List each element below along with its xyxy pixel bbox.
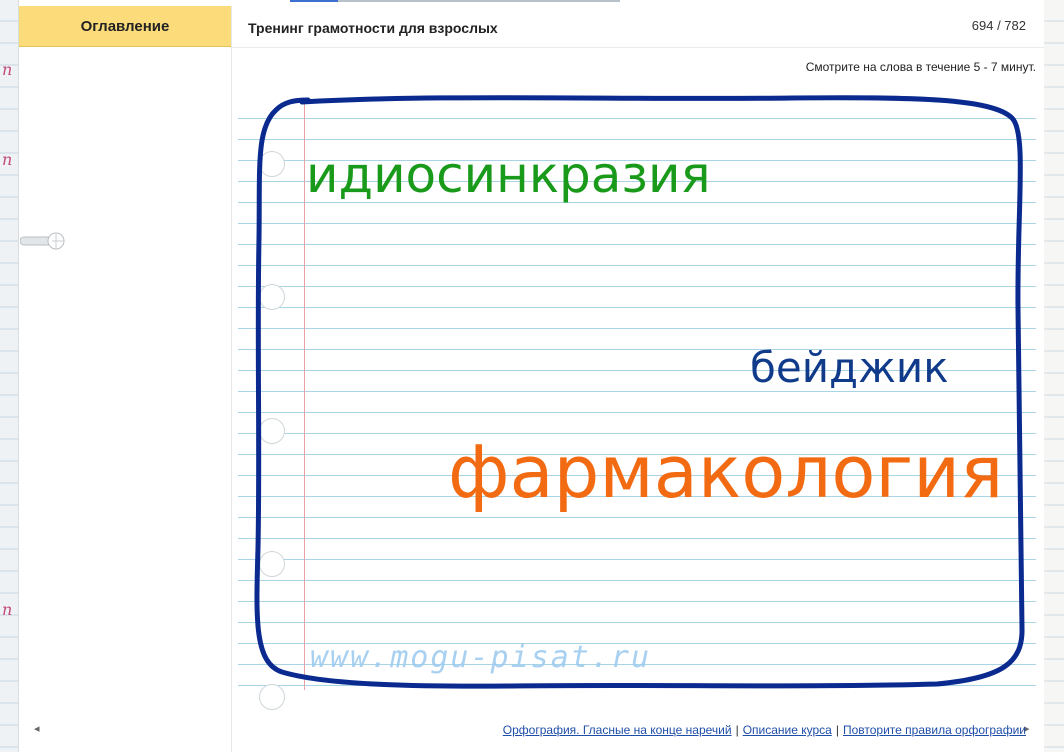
page-counter: 694 / 782 xyxy=(971,18,1026,33)
footer-links: Орфография. Гласные на конце наречий | Опи… xyxy=(502,723,1026,737)
instruction-text: Смотрите на слова в течение 5 - 7 минут. xyxy=(805,60,1036,74)
margin-handwriting: n xyxy=(2,600,13,619)
header-divider xyxy=(232,47,1044,48)
punch-hole xyxy=(259,284,285,310)
sidebar-divider xyxy=(231,6,232,752)
notebook-margin-line xyxy=(304,98,305,690)
punch-hole xyxy=(259,418,285,444)
study-word-2: бейджик xyxy=(750,343,949,392)
toc-tab[interactable]: Оглавление xyxy=(19,6,231,47)
link-prev-lesson[interactable]: Орфография. Гласные на конце наречий xyxy=(503,723,732,737)
punch-hole xyxy=(259,684,285,710)
course-title: Тренинг грамотности для взрослых xyxy=(248,20,498,36)
link-review-rules[interactable]: Повторите правила орфографии xyxy=(843,723,1026,737)
study-word-1: идиосинкразия xyxy=(306,146,711,204)
punch-hole xyxy=(259,551,285,577)
margin-handwriting: n xyxy=(2,60,13,79)
top-progress-strip xyxy=(290,0,620,2)
margin-handwriting: n xyxy=(2,150,13,169)
punch-hole xyxy=(259,151,285,177)
study-word-3: фармакология xyxy=(448,430,1004,514)
left-notebook-strip: n n n xyxy=(0,0,19,752)
link-course-description[interactable]: Описание курса xyxy=(743,723,832,737)
toc-label: Оглавление xyxy=(80,17,170,35)
right-notebook-strip xyxy=(1043,0,1064,752)
binder-ring-icon xyxy=(20,232,65,250)
site-watermark: www.mogu-pisat.ru xyxy=(310,640,652,675)
prev-arrow-icon[interactable]: ◂ xyxy=(34,722,40,735)
